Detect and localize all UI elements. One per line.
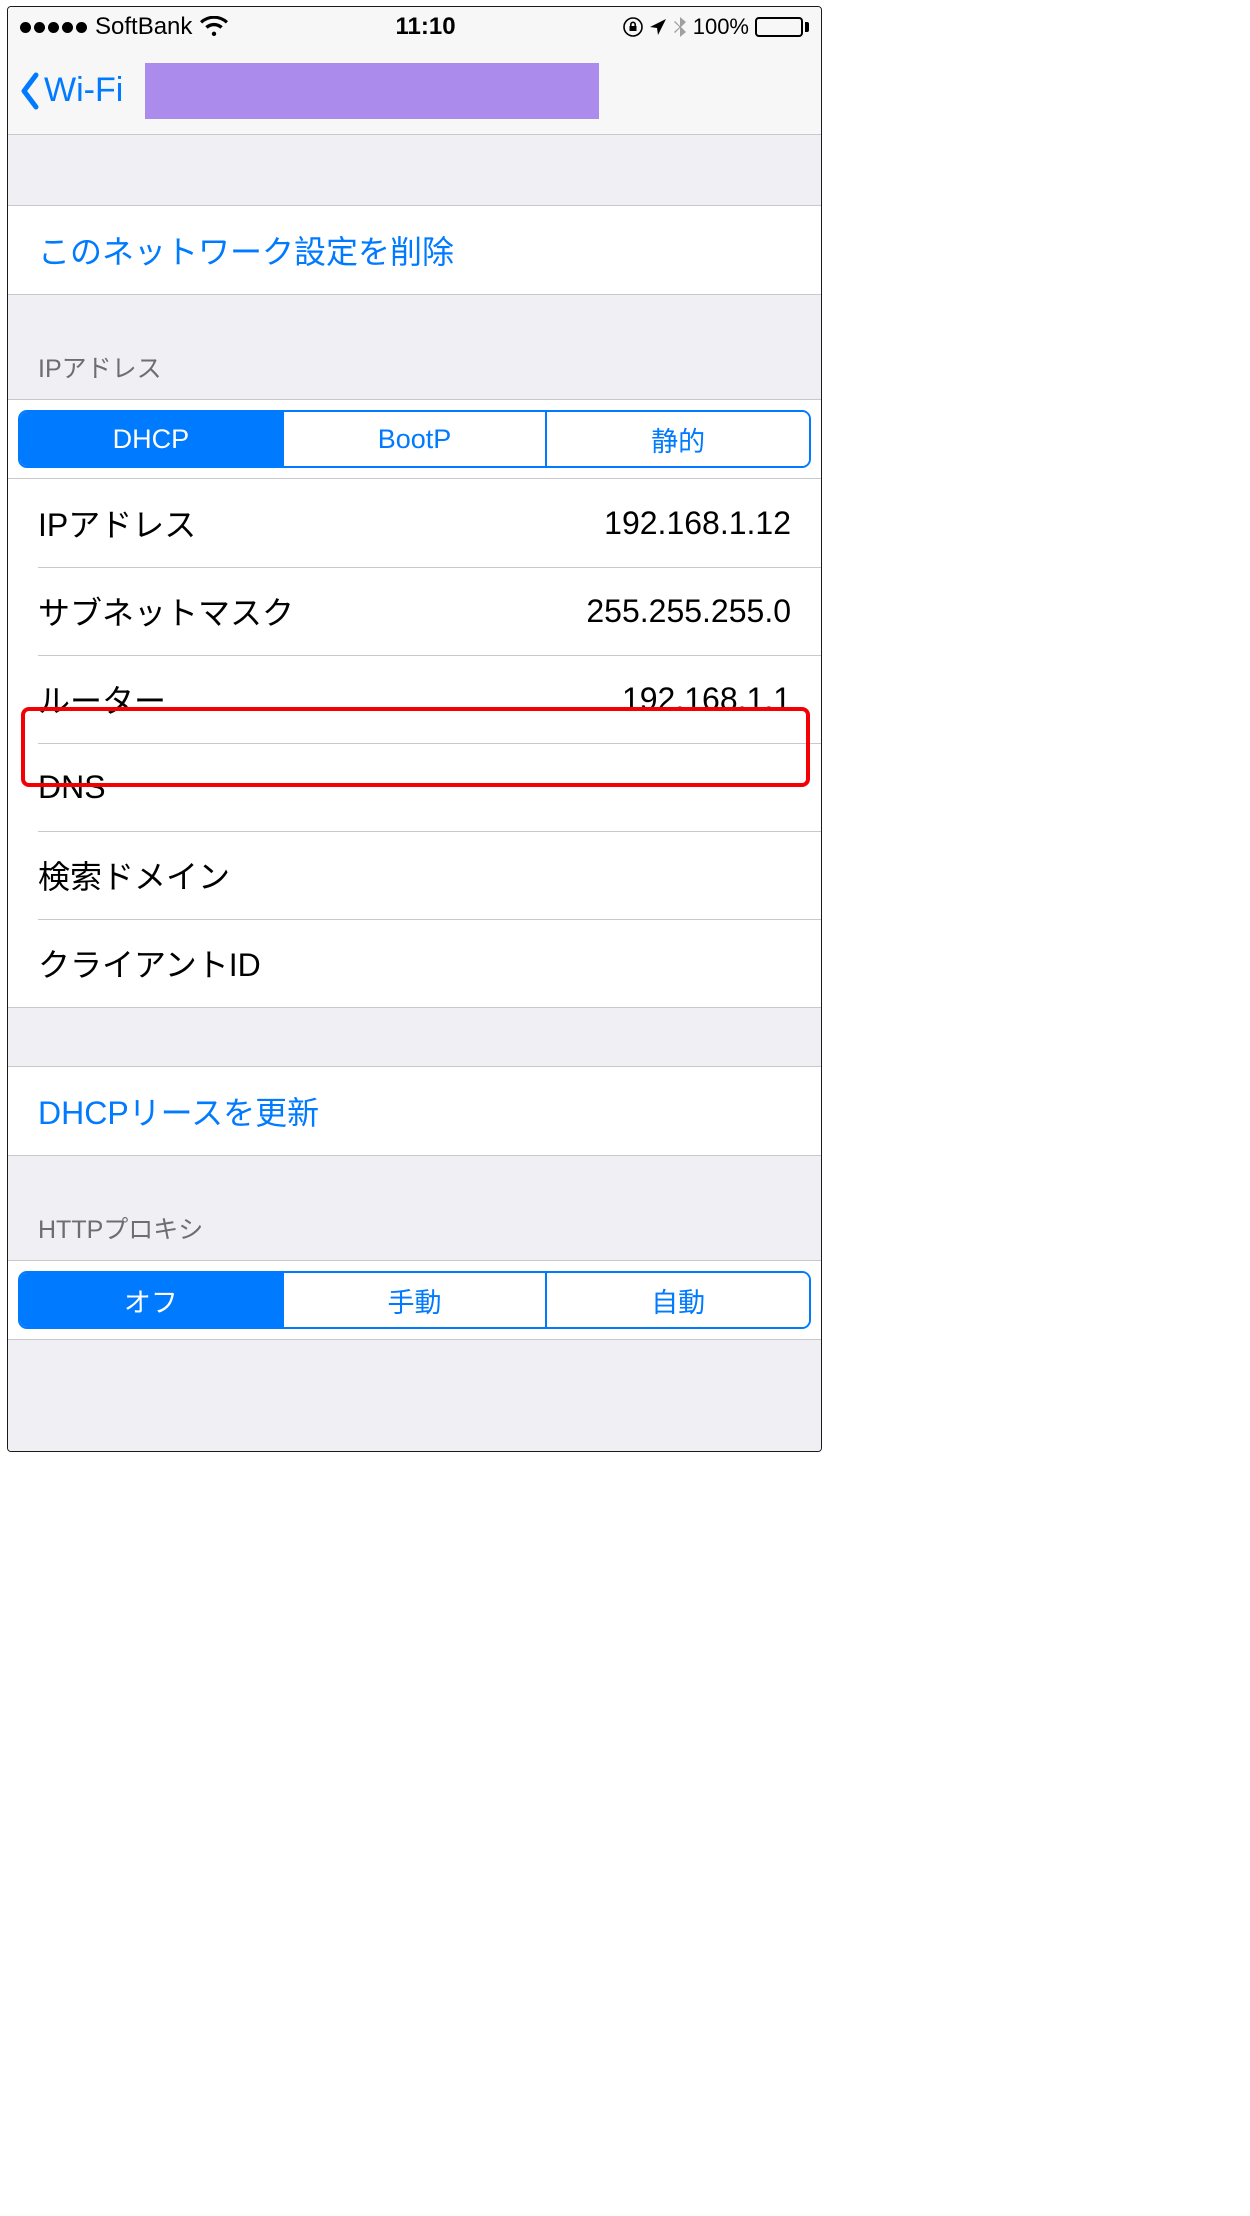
spacer [8,1340,821,1451]
spacer [8,1008,821,1066]
clock: 11:10 [396,13,456,41]
router-label: ルーター [38,676,166,722]
spacer [8,135,821,205]
segment-dhcp[interactable]: DHCP [20,412,282,466]
renew-lease-button[interactable]: DHCPリースを更新 [8,1067,821,1155]
row-search-domains[interactable]: 検索ドメイン [8,831,821,919]
client-id-label: クライアントID [38,940,261,986]
segment-proxy-off[interactable]: オフ [20,1273,282,1327]
segment-proxy-manual[interactable]: 手動 [282,1273,546,1327]
location-icon [649,18,667,36]
segment-bootp[interactable]: BootP [282,412,546,466]
renew-lease-label: DHCPリースを更新 [38,1088,319,1134]
http-proxy-header: HTTPプロキシ [8,1210,821,1260]
status-left: SoftBank [20,13,228,41]
status-bar: SoftBank 11:10 100% [8,7,821,47]
segment-static[interactable]: 静的 [545,412,809,466]
spacer [8,1156,821,1210]
router-value: 192.168.1.1 [622,681,791,718]
signal-strength-icon [20,22,87,33]
ip-address-value: 192.168.1.12 [604,505,791,542]
network-name-redacted [145,63,599,119]
segment-proxy-auto[interactable]: 自動 [545,1273,809,1327]
subnet-mask-value: 255.255.255.0 [586,593,791,630]
dns-label: DNS [38,769,106,806]
row-ip-address[interactable]: IPアドレス 192.168.1.12 [8,479,821,567]
forget-network-label: このネットワーク設定を削除 [38,227,454,273]
wifi-icon [200,16,228,38]
row-subnet-mask[interactable]: サブネットマスク 255.255.255.0 [8,567,821,655]
battery-percentage: 100% [693,14,749,40]
row-router[interactable]: ルーター 192.168.1.1 [8,655,821,743]
bluetooth-icon [673,16,687,38]
ip-config-segmented-wrap: DHCP BootP 静的 [8,399,821,479]
ip-config-segmented: DHCP BootP 静的 [18,410,811,468]
ip-address-header: IPアドレス [8,349,821,399]
battery-icon [755,17,809,37]
back-button[interactable]: Wi-Fi [16,69,123,113]
navigation-bar: Wi-Fi [8,47,821,135]
spacer [8,295,821,349]
carrier-label: SoftBank [95,13,192,41]
proxy-segmented-wrap: オフ 手動 自動 [8,1260,821,1340]
row-client-id[interactable]: クライアントID [8,919,821,1007]
row-dns[interactable]: DNS [8,743,821,831]
search-domains-label: 検索ドメイン [38,852,230,898]
forget-network-group: このネットワーク設定を削除 [8,205,821,295]
ip-details-group: IPアドレス 192.168.1.12 サブネットマスク 255.255.255… [8,479,821,1008]
back-label: Wi-Fi [44,71,123,110]
ip-address-label: IPアドレス [38,500,196,546]
renew-lease-group: DHCPリースを更新 [8,1066,821,1156]
proxy-segmented: オフ 手動 自動 [18,1271,811,1329]
settings-screen: SoftBank 11:10 100% Wi- [7,6,822,1452]
orientation-lock-icon [623,17,643,37]
chevron-left-icon [16,69,44,113]
subnet-mask-label: サブネットマスク [38,588,294,634]
forget-network-button[interactable]: このネットワーク設定を削除 [8,206,821,294]
status-right: 100% [623,14,809,40]
